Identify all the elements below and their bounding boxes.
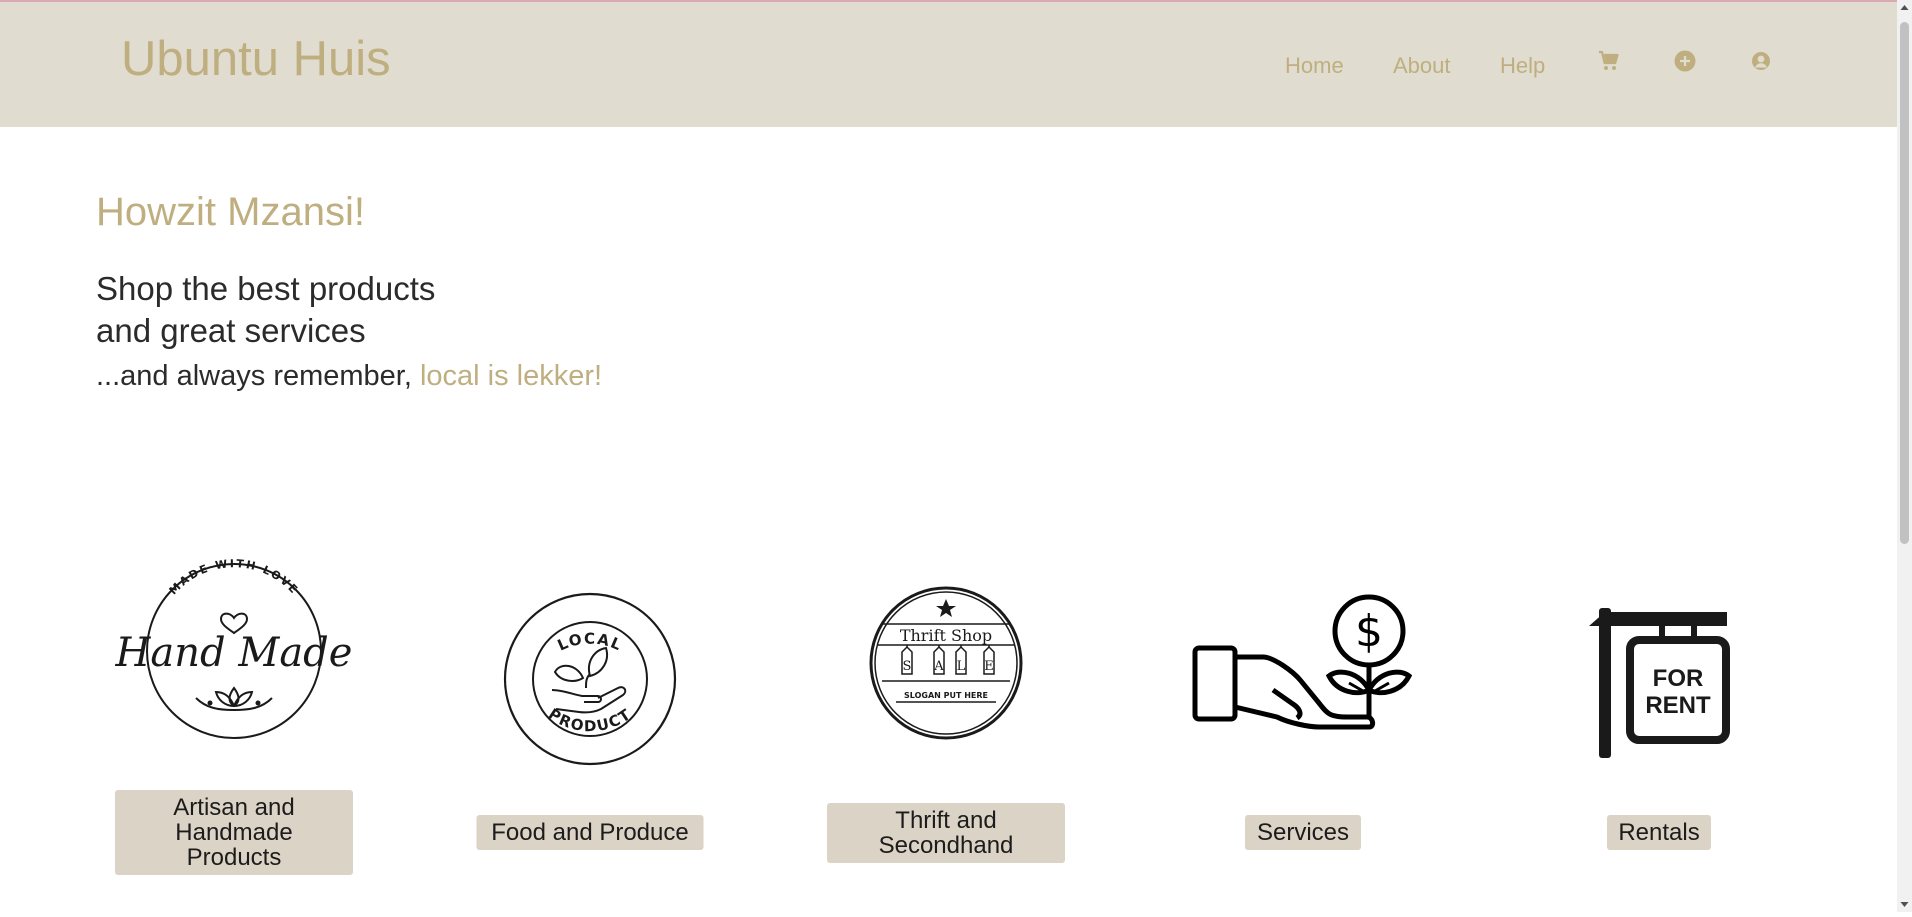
category-card-food[interactable]: LOCAL PRODUCT Food and Produce <box>440 540 740 900</box>
svg-text:MADE WITH LOVE: MADE WITH LOVE <box>167 557 302 597</box>
cart-icon[interactable] <box>1597 49 1621 73</box>
hero-subline-prefix: ...and always remember, <box>96 360 420 392</box>
for-rent-line-2: RENT <box>1645 692 1711 719</box>
category-label-food[interactable]: Food and Produce <box>476 815 704 850</box>
vertical-scrollbar[interactable] <box>1897 0 1912 912</box>
hero-lead-line-1: Shop the best products <box>96 270 436 307</box>
nav-about-link[interactable]: About <box>1393 53 1451 79</box>
hero-subline: ...and always remember, local is lekker! <box>96 360 602 393</box>
local-top-text: LOCAL <box>555 630 624 655</box>
thrift-shop-logo: Thrift Shop S A L E SLOGAN PUT HERE <box>796 540 1096 790</box>
category-label-services[interactable]: Services <box>1245 815 1361 850</box>
scrollbar-thumb[interactable] <box>1900 22 1909 544</box>
category-card-services[interactable]: $ Services <box>1153 540 1453 900</box>
brand-logo-link[interactable]: Ubuntu Huis <box>121 31 391 87</box>
local-product-logo: LOCAL PRODUCT <box>440 540 740 790</box>
thrift-slogan-text: SLOGAN PUT HERE <box>904 691 988 700</box>
hero-greeting: Howzit Mzansi! <box>96 190 365 234</box>
svg-text:$: $ <box>1355 606 1383 657</box>
hero-subline-accent: local is lekker! <box>419 360 603 392</box>
hero-lead-line-2: and great services <box>96 312 366 349</box>
handmade-script-text: Hand Made <box>115 630 353 676</box>
thrift-tag-4: E <box>984 659 994 674</box>
svg-text:LOCAL: LOCAL <box>555 630 625 655</box>
thrift-tag-3: L <box>957 659 966 674</box>
nav-help-link[interactable]: Help <box>1500 53 1545 79</box>
thrift-tag-1: S <box>903 659 912 674</box>
scroll-down-arrow-icon[interactable] <box>1897 897 1912 912</box>
category-card-thrift[interactable]: Thrift Shop S A L E SLOGAN PUT HERE Thri… <box>796 540 1096 900</box>
handmade-top-text: MADE WITH LOVE <box>167 557 300 597</box>
category-card-rentals[interactable]: FOR RENT Rentals <box>1509 540 1809 900</box>
services-logo: $ <box>1153 540 1453 790</box>
nav-home-link[interactable]: Home <box>1285 53 1344 79</box>
category-label-rentals[interactable]: Rentals <box>1607 815 1711 850</box>
plus-circle-icon[interactable] <box>1673 49 1697 73</box>
hero-lead: Shop the best products and great service… <box>96 268 435 352</box>
navbar: Ubuntu Huis Home About Help <box>0 2 1897 127</box>
thrift-title-text: Thrift Shop <box>900 626 992 645</box>
for-rent-sign-logo: FOR RENT <box>1509 540 1809 790</box>
user-circle-icon[interactable] <box>1749 49 1773 73</box>
for-rent-line-1: FOR <box>1653 665 1704 692</box>
category-card-artisan[interactable]: MADE WITH LOVE Hand Made Artisan and Han… <box>84 540 384 900</box>
category-label-artisan[interactable]: Artisan and Handmade Products <box>115 790 353 875</box>
scroll-up-arrow-icon[interactable] <box>1897 0 1912 15</box>
handmade-logo: MADE WITH LOVE Hand Made <box>84 540 384 790</box>
thrift-tag-2: A <box>933 659 944 674</box>
category-label-thrift[interactable]: Thrift and Secondhand <box>827 803 1065 863</box>
